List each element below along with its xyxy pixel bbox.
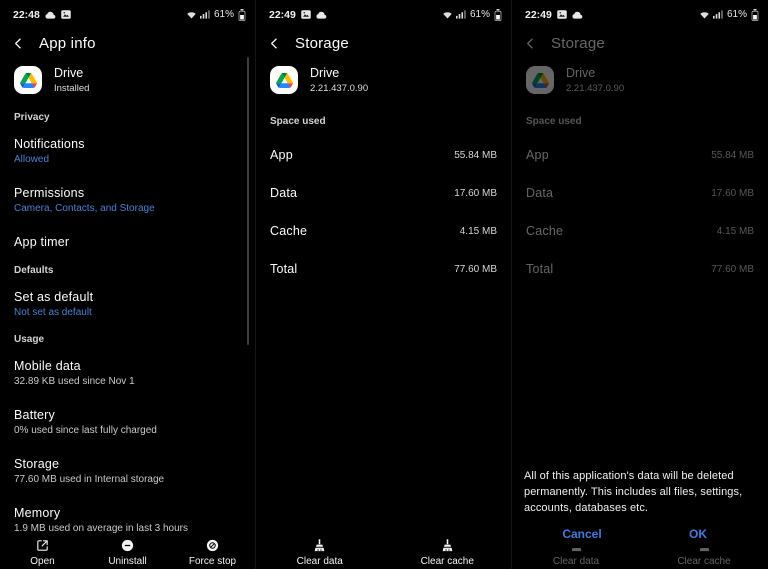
clear-data-confirm-dialog: All of this application's data will be d…	[512, 452, 768, 548]
scrollbar[interactable]	[247, 57, 249, 345]
app-version: 2.21.437.0.90	[310, 83, 369, 94]
prohibition-circle-icon	[205, 538, 220, 553]
status-bar: 22:48 61%	[0, 0, 255, 26]
signal-icon	[199, 10, 210, 19]
section-defaults: Defaults	[14, 265, 54, 276]
status-bar: 22:49 61%	[512, 0, 768, 26]
broom-clean-icon	[312, 538, 327, 553]
clock-text: 22:48	[13, 8, 40, 21]
app-name: Drive	[54, 66, 84, 80]
three-screenshots-strip: 22:48 61% App info Drive Installed Priva…	[0, 0, 768, 569]
wifi-icon	[442, 10, 453, 19]
screenshot-notification-icon	[557, 10, 567, 19]
app-summary-row: Drive Installed	[0, 60, 255, 102]
page-title: App info	[39, 34, 96, 52]
cloud-notification-icon	[572, 11, 583, 19]
screenshot-notification-icon	[301, 10, 311, 19]
signal-icon	[455, 10, 466, 19]
battery-percent-text: 61%	[469, 9, 490, 20]
back-button[interactable]	[267, 36, 282, 51]
section-privacy: Privacy	[14, 112, 50, 123]
ok-button[interactable]: OK	[640, 527, 756, 541]
back-button[interactable]	[11, 36, 26, 51]
app-info-screen: 22:48 61% App info Drive Installed Priva…	[0, 0, 256, 569]
clear-cache-button[interactable]: Clear cache	[384, 538, 512, 567]
list-item-battery[interactable]: Battery 0% used since last fully charged	[0, 397, 255, 446]
uninstall-button[interactable]: Uninstall	[85, 538, 170, 567]
wifi-icon	[186, 10, 197, 19]
section-space-used: Space used	[270, 116, 326, 127]
storage-row-app: App 55.84 MB	[270, 148, 497, 162]
clock-text: 22:49	[269, 8, 296, 21]
app-summary-row: Drive 2.21.437.0.90	[256, 60, 511, 102]
signal-icon	[712, 10, 723, 19]
drive-app-icon	[270, 66, 298, 94]
bottom-action-bar: Clear data Clear cache	[256, 535, 511, 569]
section-usage: Usage	[14, 334, 45, 345]
battery-percent-text: 61%	[726, 9, 747, 20]
clock-text: 22:49	[525, 8, 552, 21]
list-item-set-as-default[interactable]: Set as default Not set as default	[0, 279, 255, 328]
list-item-mobile-data[interactable]: Mobile data 32.89 KB used since Nov 1	[0, 348, 255, 397]
storage-row-total: Total 77.60 MB	[270, 262, 497, 276]
status-bar: 22:49 61%	[256, 0, 511, 26]
open-button[interactable]: Open	[0, 538, 85, 567]
force-stop-button[interactable]: Force stop	[170, 538, 255, 567]
minus-circle-icon	[120, 538, 135, 553]
list-item-app-timer[interactable]: App timer	[0, 224, 255, 259]
drive-app-icon	[14, 66, 42, 94]
list-item-notifications[interactable]: Notifications Allowed	[0, 126, 255, 175]
dialog-message: All of this application's data will be d…	[524, 470, 743, 514]
storage-screen: 22:49 61% Storage Drive 2.21.437.0.90 Sp…	[256, 0, 512, 569]
battery-icon	[494, 8, 502, 21]
bottom-action-bar: Open Uninstall Force stop	[0, 535, 255, 569]
list-item-storage[interactable]: Storage 77.60 MB used in Internal storag…	[0, 446, 255, 495]
list-item-permissions[interactable]: Permissions Camera, Contacts, and Storag…	[0, 175, 255, 224]
storage-screen-with-dialog: 22:49 61% All of this application's data…	[512, 0, 768, 569]
battery-icon	[238, 8, 246, 21]
screenshot-notification-icon	[61, 10, 71, 19]
broom-clean-icon	[440, 538, 455, 553]
app-name: Drive	[310, 66, 340, 80]
storage-row-cache: Cache 4.15 MB	[270, 224, 497, 238]
cloud-notification-icon	[45, 11, 56, 19]
clear-data-button[interactable]: Clear data	[256, 538, 384, 567]
wifi-icon	[699, 10, 710, 19]
battery-icon	[751, 8, 759, 21]
cloud-notification-icon	[316, 11, 327, 19]
storage-row-data: Data 17.60 MB	[270, 186, 497, 200]
cancel-button[interactable]: Cancel	[524, 527, 640, 541]
page-title: Storage	[295, 34, 349, 52]
battery-percent-text: 61%	[213, 9, 234, 20]
app-install-state: Installed	[54, 83, 90, 94]
open-in-new-icon	[35, 538, 50, 553]
